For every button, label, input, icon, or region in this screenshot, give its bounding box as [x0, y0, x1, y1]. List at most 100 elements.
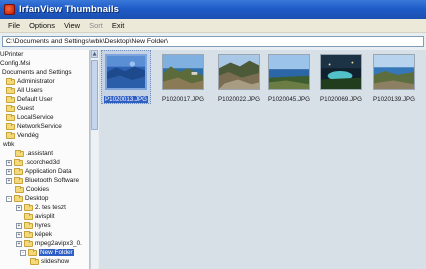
tree-item-label: Administrator: [17, 78, 55, 85]
tree-item[interactable]: wbk: [3, 140, 14, 149]
irfanview-app-icon: [4, 4, 15, 15]
tree-item-label: Desktop: [25, 195, 49, 202]
thumbnail-filename: P1020013.JPG: [104, 96, 148, 103]
thumbnail-pane[interactable]: P1020013.JPG P1020017.JPG P1020022.JPG P102…: [99, 50, 426, 269]
tree-item[interactable]: Cookies: [15, 185, 49, 194]
tree-item[interactable]: Vendég: [6, 131, 39, 140]
tree-item-label: Vendég: [17, 132, 39, 139]
tree-item-label: Cookies: [26, 186, 50, 193]
tree-item[interactable]: - New Folder: [20, 248, 74, 257]
thumbnail-item[interactable]: P1020022.JPG: [214, 50, 264, 104]
thumbnail-image: [320, 54, 362, 90]
scroll-thumb[interactable]: [91, 60, 98, 130]
tree-item[interactable]: Default User: [6, 95, 53, 104]
tree-item-label: UPrinter: [0, 51, 24, 58]
thumbnail-image: [268, 54, 310, 90]
thumbnail-filename: P1020045.JPG: [268, 96, 310, 103]
thumbnail-item[interactable]: P1020069.JPG: [316, 50, 366, 104]
folder-icon: [6, 95, 15, 103]
tree-item[interactable]: avisplit: [24, 212, 55, 221]
tree-item-label: wbk: [3, 141, 15, 148]
tree-item-label: Bluetooth Software: [25, 177, 79, 184]
tree-item[interactable]: slideshow: [30, 257, 69, 266]
tree-item[interactable]: +2. tes teszt: [16, 203, 66, 212]
thumbnail-caption: P1020017.JPG: [158, 96, 208, 103]
expand-plus-icon[interactable]: +: [16, 204, 22, 211]
tree-item[interactable]: + mpeg2avipx3_0.: [16, 239, 82, 248]
tree-item-label: Application Data: [25, 168, 72, 175]
irfanview-thumbnails-window: IrfanView Thumbnails File Options View S…: [0, 0, 426, 269]
thumbnail-image: [162, 54, 204, 90]
menu-options[interactable]: Options: [29, 21, 55, 30]
tree-item-label: 2. tes teszt: [35, 204, 66, 211]
folder-icon: [15, 185, 24, 193]
tree-item[interactable]: + .scorched3d: [6, 158, 60, 167]
expand-plus-icon[interactable]: +: [6, 168, 12, 175]
tree-scrollbar[interactable]: ▲: [90, 50, 98, 269]
folder-icon: [6, 122, 15, 130]
folder-icon: [6, 131, 15, 139]
folder-icon: [24, 203, 33, 211]
folder-icon: [24, 212, 33, 220]
window-title: IrfanView Thumbnails: [19, 4, 120, 15]
thumbnail-filename: P1020017.JPG: [162, 96, 204, 103]
menu-sort[interactable]: Sort: [89, 21, 103, 30]
expand-plus-icon[interactable]: +: [16, 231, 22, 238]
tree-item-label: avisplit: [35, 213, 55, 220]
tree-item-label: Config.Msi: [0, 60, 31, 67]
thumbnail-item[interactable]: P1020013.JPG: [101, 50, 151, 104]
menu-view[interactable]: View: [64, 21, 80, 30]
menu-bar: File Options View Sort Exit: [0, 19, 426, 33]
expand-plus-icon[interactable]: +: [6, 159, 12, 166]
folder-icon: [24, 239, 33, 247]
title-bar[interactable]: IrfanView Thumbnails: [0, 0, 426, 19]
tree-item[interactable]: .assistant: [15, 149, 53, 158]
tree-item[interactable]: Documents and Settings: [2, 68, 72, 77]
thumbnail-item[interactable]: P1020139.JPG: [369, 50, 419, 104]
tree-item-label: Default User: [17, 96, 53, 103]
path-field[interactable]: C:\Documents and Settings\wbk\Desktop\Ne…: [2, 36, 424, 47]
menu-exit[interactable]: Exit: [112, 21, 125, 30]
folder-icon: [24, 230, 33, 238]
folder-icon: [30, 257, 39, 265]
folder-icon: [14, 176, 23, 184]
tree-item-label: Documents and Settings: [2, 69, 72, 76]
thumbnail-filename: P1020069.JPG: [320, 96, 362, 103]
expand-plus-icon[interactable]: +: [16, 222, 22, 229]
menu-file[interactable]: File: [8, 21, 20, 30]
tree-item[interactable]: + Bluetooth Software: [6, 176, 79, 185]
thumbnail-item[interactable]: P1020045.JPG: [264, 50, 314, 104]
collapse-minus-icon[interactable]: -: [20, 249, 26, 256]
tree-item-label: NetworkService: [17, 123, 62, 130]
tree-item-label: LocalService: [17, 114, 54, 121]
tree-item[interactable]: + képek: [16, 230, 52, 239]
folder-icon: [6, 113, 15, 121]
thumbnail-caption: P1020045.JPG: [264, 96, 314, 103]
tree-item[interactable]: + Application Data: [6, 167, 72, 176]
tree-item[interactable]: Config.Msi: [0, 59, 30, 68]
collapse-minus-icon[interactable]: -: [6, 195, 12, 202]
tree-item[interactable]: + hyres: [16, 221, 51, 230]
tree-item[interactable]: Administrator: [6, 77, 55, 86]
scroll-up-arrow-icon[interactable]: ▲: [91, 50, 98, 58]
thumbnail-image: [373, 54, 415, 90]
tree-item[interactable]: - Desktop: [6, 194, 48, 203]
folder-icon: [6, 104, 15, 112]
folder-icon: [14, 194, 23, 202]
thumbnail-caption: P1020022.JPG: [214, 96, 264, 103]
folder-icon: [14, 167, 23, 175]
thumbnail-item[interactable]: P1020017.JPG: [158, 50, 208, 104]
folder-tree[interactable]: UPrinter Config.Msi Documents and Settings…: [0, 50, 90, 269]
tree-item-label: mpeg2avipx3_0.: [35, 240, 82, 247]
tree-item[interactable]: UPrinter: [0, 50, 23, 59]
tree-item[interactable]: All Users: [6, 86, 43, 95]
expand-plus-icon[interactable]: +: [6, 177, 12, 184]
tree-item[interactable]: Guest: [6, 104, 34, 113]
folder-icon: [14, 158, 23, 166]
folder-icon: [15, 149, 24, 157]
tree-item[interactable]: NetworkService: [6, 122, 62, 131]
tree-item[interactable]: LocalService: [6, 113, 54, 122]
folder-icon: [6, 86, 15, 94]
expand-plus-icon[interactable]: +: [16, 240, 22, 247]
tree-item-label: Guest: [17, 105, 35, 112]
